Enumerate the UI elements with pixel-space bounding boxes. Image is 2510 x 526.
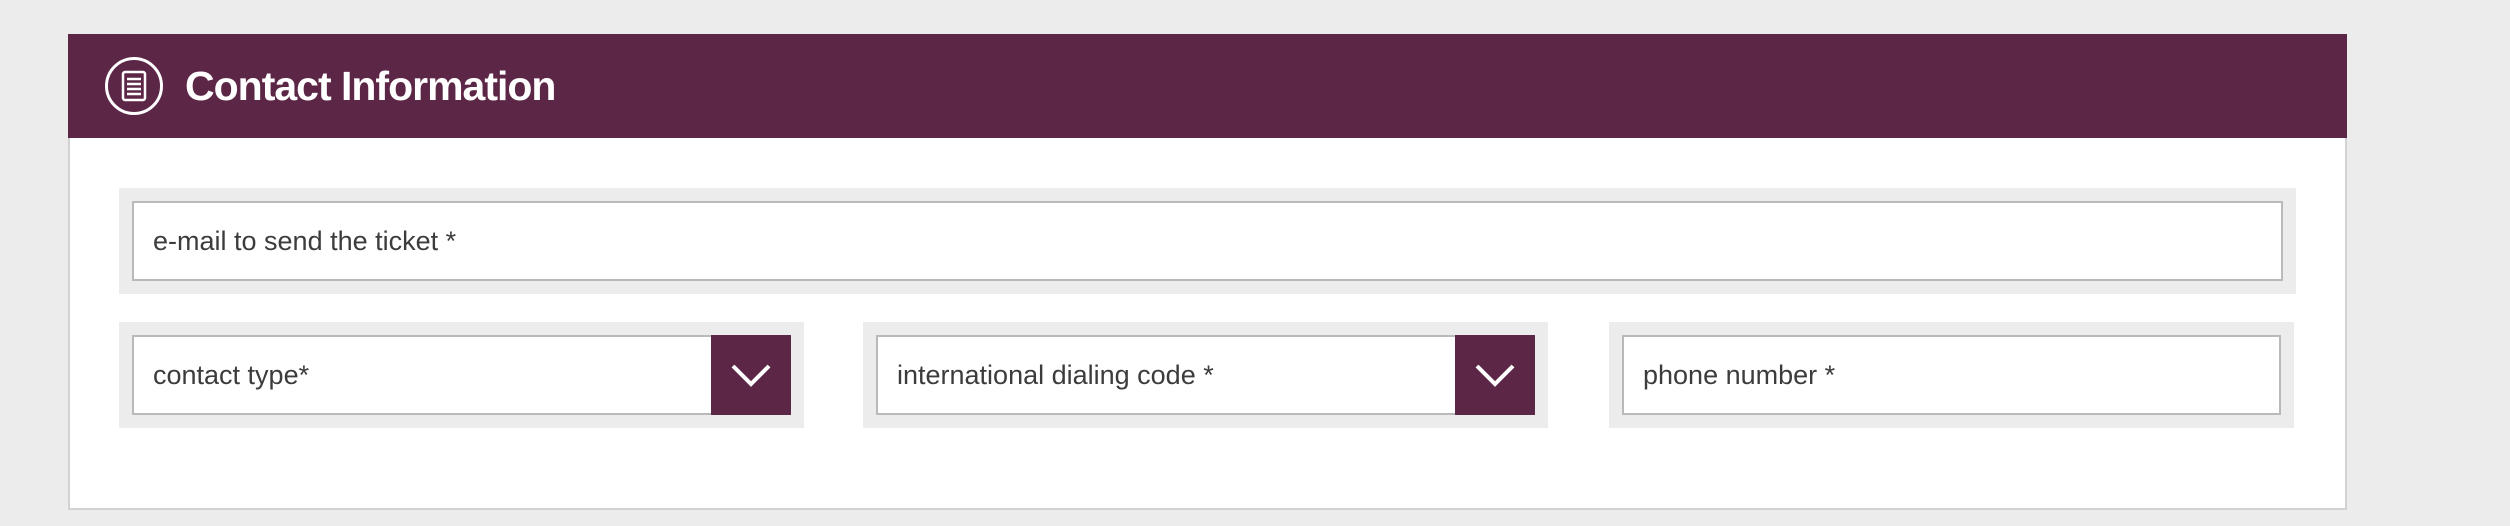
contact-type-dropdown-button[interactable]: [711, 335, 791, 415]
dialing-code-select[interactable]: international dialing code *: [876, 335, 1535, 415]
dialing-code-placeholder: international dialing code *: [897, 359, 1214, 390]
chevron-down-icon: [1475, 364, 1515, 387]
document-icon: [105, 57, 163, 115]
email-field-placeholder: e-mail to send the ticket *: [153, 225, 457, 256]
dialing-code-wrapper: international dialing code *: [863, 322, 1548, 428]
email-field-wrapper: e-mail to send the ticket *: [119, 188, 2296, 294]
contact-type-wrapper: contact type*: [119, 322, 804, 428]
chevron-down-icon: [731, 364, 771, 387]
dialing-code-dropdown-button[interactable]: [1455, 335, 1535, 415]
contact-type-select[interactable]: contact type*: [132, 335, 791, 415]
email-field[interactable]: e-mail to send the ticket *: [132, 201, 2283, 281]
panel-header: Contact Information: [68, 34, 2347, 138]
phone-number-wrapper: phone number *: [1609, 322, 2294, 428]
phone-number-placeholder: phone number *: [1643, 359, 1836, 390]
contact-type-placeholder: contact type*: [153, 359, 310, 390]
phone-number-field[interactable]: phone number *: [1622, 335, 2281, 415]
panel-title: Contact Information: [185, 62, 556, 109]
